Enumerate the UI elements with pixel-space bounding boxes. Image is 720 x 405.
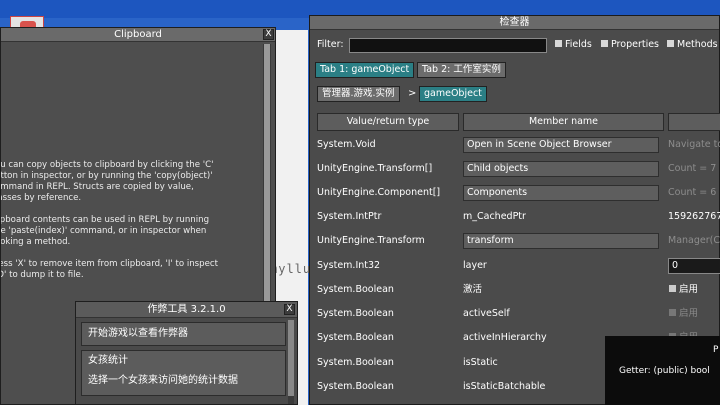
clipboard-close-button[interactable]: X — [263, 29, 274, 40]
column-header-type: Value/return type — [317, 113, 459, 131]
tab-gameobject[interactable]: Tab 1: gameObject — [315, 62, 415, 78]
properties-label: Properties — [611, 39, 660, 50]
table-row: UnityEngine.Transform[] Child objects Co… — [316, 159, 720, 179]
cheat-tool-scroll-thumb[interactable] — [288, 320, 294, 396]
row-value: 159262767 — [668, 211, 720, 222]
column-header-member: Member name — [463, 113, 664, 131]
member-tooltip: P Getter: (public) bool — [605, 336, 720, 405]
row-type: System.Boolean — [317, 308, 394, 319]
row-member: layer — [463, 260, 487, 271]
row-member: activeSelf — [463, 308, 510, 319]
row-member: isStaticBatchable — [463, 381, 546, 392]
open-scene-browser-button[interactable]: Open in Scene Object Browser — [463, 137, 659, 153]
row-value: Navigate to — [668, 139, 720, 150]
tooltip-header: P — [713, 345, 719, 355]
row-type: UnityEngine.Component[] — [317, 187, 441, 198]
layer-input[interactable]: 0 — [668, 258, 720, 274]
row-type: System.IntPtr — [317, 211, 382, 222]
clipboard-help-3: ress 'X' to remove item from clipboard, … — [1, 259, 218, 280]
row-member: activeInHierarchy — [463, 332, 547, 343]
table-row: System.IntPtr m_CachedPtr 159262767 — [316, 207, 720, 227]
row-type: UnityEngine.Transform — [317, 235, 425, 246]
toggle-label: 启用 — [679, 308, 699, 319]
breadcrumb-manager[interactable]: 管理器.游戏.实例 — [317, 86, 400, 102]
inspector-title[interactable]: 检查器 — [310, 16, 719, 30]
active-toggle[interactable]: 启用 — [669, 280, 698, 300]
girl-stats-desc: 选择一个女孩来访问她的统计数据 — [88, 375, 238, 386]
row-value: Manager(Cl — [668, 235, 720, 246]
game-strip-text: myllu — [270, 262, 312, 276]
row-type: System.Void — [317, 139, 376, 150]
properties-checkbox[interactable]: Properties — [601, 36, 659, 54]
checkbox-icon — [669, 309, 676, 316]
checkbox-icon — [555, 40, 562, 47]
checkbox-icon — [601, 40, 608, 47]
transform-button[interactable]: transform — [463, 233, 659, 249]
cheat-tool-scrollbar[interactable] — [288, 320, 294, 404]
filter-input[interactable] — [349, 38, 547, 53]
components-button[interactable]: Components — [463, 185, 659, 201]
row-value: Count = 6 — [668, 187, 717, 198]
row-type: System.Boolean — [317, 381, 394, 392]
clipboard-scroll-thumb[interactable] — [264, 44, 270, 324]
row-type: System.Boolean — [317, 284, 394, 295]
fields-label: Fields — [565, 39, 592, 50]
breadcrumb-separator: > — [408, 88, 417, 99]
row-type: System.Int32 — [317, 260, 381, 271]
checkbox-icon — [669, 285, 676, 292]
start-game-button[interactable]: 开始游戏以查看作弊器 — [81, 322, 286, 346]
table-row: System.Boolean 激活 启用 — [316, 280, 720, 300]
checkbox-icon — [667, 40, 674, 47]
row-type: UnityEngine.Transform[] — [317, 163, 433, 174]
girl-stats-button[interactable]: 女孩统计 选择一个女孩来访问她的统计数据 — [81, 350, 286, 396]
fields-checkbox[interactable]: Fields — [555, 36, 592, 54]
table-row: System.Int32 layer 0 — [316, 256, 720, 276]
table-row: UnityEngine.Component[] Components Count… — [316, 183, 720, 203]
row-member: isStatic — [463, 357, 498, 368]
row-type: System.Boolean — [317, 332, 394, 343]
filter-row: Filter: Fields Properties Methods — [317, 36, 720, 54]
breadcrumb-gameobject[interactable]: gameObject — [419, 86, 487, 102]
cheat-tool-close-button[interactable]: X — [284, 304, 295, 315]
tab-studio-instance[interactable]: Tab 2: 工作室实例 — [417, 62, 506, 78]
cheat-tool-window: 作弊工具 3.2.1.0 X 开始游戏以查看作弊器 女孩统计 选择一个女孩来访问… — [75, 301, 298, 405]
methods-label: Methods — [677, 39, 718, 50]
row-member: 激活 — [463, 284, 483, 295]
row-member: m_CachedPtr — [463, 211, 526, 222]
cheat-tool-title[interactable]: 作弊工具 3.2.1.0 — [76, 302, 297, 318]
column-header-value — [668, 113, 720, 131]
table-row: System.Void Open in Scene Object Browser… — [316, 135, 720, 155]
tooltip-getter: Getter: (public) bool — [619, 366, 710, 376]
clipboard-help-1: ou can copy objects to clipboard by clic… — [1, 160, 214, 203]
clipboard-title[interactable]: Clipboard — [1, 28, 275, 42]
girl-stats-label: 女孩统计 — [88, 355, 128, 366]
row-value: Count = 7 — [668, 163, 717, 174]
row-type: System.Boolean — [317, 357, 394, 368]
table-row: UnityEngine.Transform transform Manager(… — [316, 231, 720, 251]
methods-checkbox[interactable]: Methods — [667, 36, 718, 54]
filter-label: Filter: — [317, 39, 344, 50]
clipboard-help-2: lipboard contents can be used in REPL by… — [1, 215, 210, 247]
child-objects-button[interactable]: Child objects — [463, 161, 659, 177]
active-self-toggle: 启用 — [669, 304, 698, 324]
toggle-label: 启用 — [679, 284, 699, 295]
table-row: System.Boolean activeSelf 启用 — [316, 304, 720, 324]
